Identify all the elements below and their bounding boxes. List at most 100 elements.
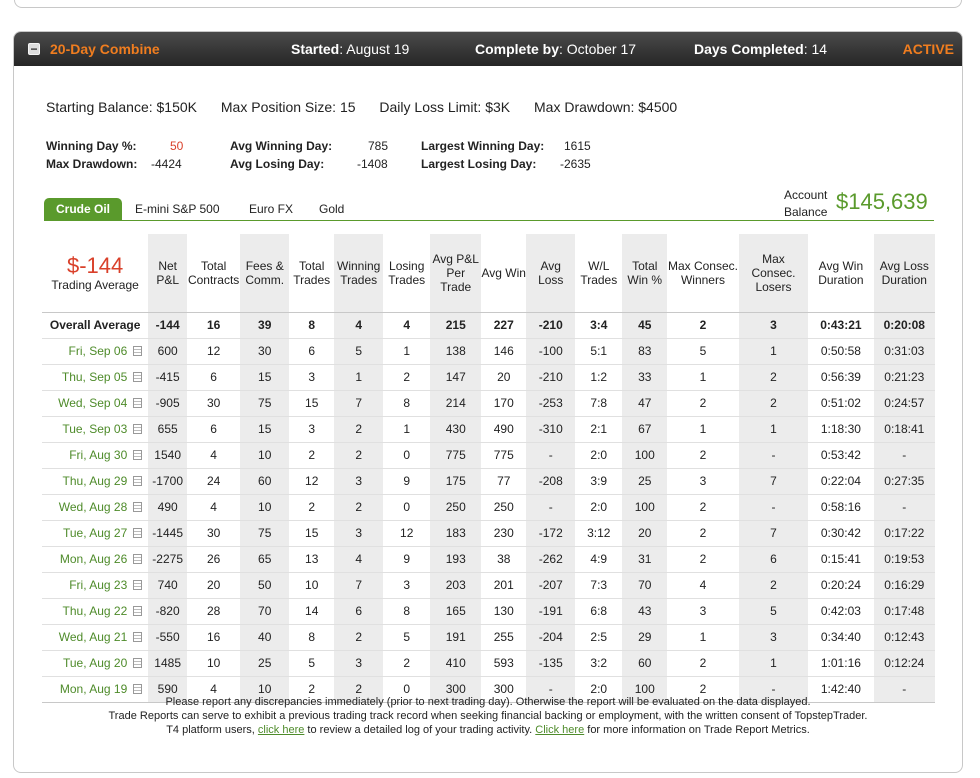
row-date-link[interactable]: Tue, Aug 27: [42, 519, 149, 546]
document-icon[interactable]: [133, 632, 143, 642]
document-icon[interactable]: [133, 502, 143, 512]
table-cell: 25: [240, 649, 290, 676]
table-cell: 26: [187, 545, 241, 572]
table-cell: 3: [289, 363, 335, 390]
row-date-link[interactable]: Mon, Aug 26: [42, 545, 149, 572]
table-row[interactable]: Wed, Aug 28 490 4 10 2 2 0 250 250-2:0 100 2-0:58:…: [42, 493, 935, 520]
tab-gold[interactable]: Gold: [307, 198, 356, 220]
table-row[interactable]: Wed, Sep 04 -905 30 75 15 7 8 214 170 -253 7:8 47 2 2…: [42, 389, 935, 416]
table-row[interactable]: Tue, Aug 27 -1445 30 75 15 3 12 183 230 -172 3:12 2…: [42, 519, 935, 546]
row-date[interactable]: Fri, Aug 30: [69, 448, 127, 462]
table-cell: 16: [187, 623, 241, 650]
table-cell: 70: [240, 597, 290, 624]
row-date-link[interactable]: Wed, Aug 28: [42, 493, 149, 520]
row-date[interactable]: Tue, Aug 20: [63, 656, 127, 670]
overall-average-label: Overall Average: [42, 311, 149, 338]
row-date[interactable]: Fri, Sep 06: [69, 344, 128, 358]
table-cell: 1:2: [575, 363, 623, 390]
table-row[interactable]: Fri, Sep 06 600 12 30 6 5 1 138 146 -100 5:1 83 5 1 0:…: [42, 337, 935, 364]
table-cell: 24: [187, 467, 241, 494]
row-date[interactable]: Mon, Aug 26: [60, 552, 127, 566]
row-date[interactable]: Wed, Sep 04: [58, 396, 127, 410]
table-row[interactable]: Fri, Aug 23 740 20 50 10 7 3 203 201 -207 7:3 70 4 2 0…: [42, 571, 935, 598]
row-date[interactable]: Thu, Aug 22: [63, 604, 128, 618]
table-cell: 67: [622, 415, 668, 442]
table-cell: 28: [187, 597, 241, 624]
table-row[interactable]: Tue, Aug 20 1485 10 25 5 3 2 410 593 -135 3:2 60 2 1 1…: [42, 649, 935, 676]
document-icon[interactable]: [133, 450, 143, 460]
row-date[interactable]: Thu, Aug 29: [63, 474, 128, 488]
table-cell: 7: [334, 389, 384, 416]
tab-euro-fx[interactable]: Euro FX: [237, 198, 305, 220]
table-cell: 3: [383, 571, 431, 598]
document-icon[interactable]: [133, 398, 143, 408]
report-footer: Please report any discrepancies immediat…: [14, 695, 962, 737]
row-date-link[interactable]: Thu, Aug 29: [42, 467, 149, 494]
table-row[interactable]: Fri, Aug 30 1540 4 10 2 2 0 775 775-2:0 100 2-0:53…: [42, 441, 935, 468]
document-icon[interactable]: [133, 554, 143, 564]
table-cell: 3: [334, 467, 384, 494]
collapse-icon[interactable]: −: [28, 43, 40, 55]
table-cell: 0:18:41: [873, 415, 935, 442]
row-date[interactable]: Tue, Aug 27: [63, 526, 127, 540]
row-date-link[interactable]: Tue, Aug 20: [42, 649, 149, 676]
row-date[interactable]: Wed, Aug 28: [59, 500, 128, 514]
document-icon[interactable]: [133, 658, 143, 668]
max-drawdown-rule: Max Drawdown: $4500: [534, 99, 678, 115]
table-cell: 6: [334, 597, 384, 624]
column-header: W/L Trades: [580, 258, 618, 287]
table-row[interactable]: Thu, Sep 05 -415 6 15 3 1 2 147 20 -210 1:2 33 1 2 0:5…: [42, 363, 935, 390]
table-cell: -204: [526, 623, 576, 650]
table-cell: 490: [148, 493, 188, 520]
table-cell: 2: [667, 493, 739, 520]
row-date[interactable]: Mon, Aug 19: [60, 682, 127, 696]
table-cell: 30: [187, 519, 241, 546]
table-cell: 2: [334, 441, 384, 468]
row-date-link[interactable]: Wed, Aug 21: [42, 623, 149, 650]
account-balance-label: Account Balance: [784, 188, 828, 219]
row-date-link[interactable]: Thu, Sep 05: [42, 363, 149, 390]
row-date[interactable]: Thu, Sep 05: [62, 370, 127, 384]
document-icon[interactable]: [133, 424, 143, 434]
tab-emini-sp500[interactable]: E-mini S&P 500: [123, 198, 232, 220]
table-cell: 0:58:16: [808, 493, 874, 520]
table-cell: 0:17:22: [873, 519, 935, 546]
table-cell: 1: [334, 363, 384, 390]
table-row[interactable]: Wed, Aug 21 -550 16 40 8 2 5 191 255 -204 2:5 29 1 3 0…: [42, 623, 935, 650]
table-cell: 7: [738, 519, 809, 546]
table-row[interactable]: Tue, Sep 03 655 6 15 3 2 1 430 490 -310 2:1 67 1 1 1:1…: [42, 415, 935, 442]
click-here-log-link[interactable]: click here: [258, 724, 304, 736]
table-cell: 255: [481, 623, 527, 650]
table-cell: 4: [667, 571, 739, 598]
row-date-link[interactable]: Fri, Sep 06: [42, 337, 149, 364]
row-date-link[interactable]: Fri, Aug 30: [42, 441, 149, 468]
table-cell: 77: [481, 467, 527, 494]
document-icon[interactable]: [133, 476, 143, 486]
table-row[interactable]: Mon, Aug 26 -2275 26 65 13 4 9 193 38 -262 4:9 31 2 6…: [42, 545, 935, 572]
document-icon[interactable]: [133, 684, 143, 694]
table-cell: 33: [622, 363, 668, 390]
document-icon[interactable]: [133, 580, 143, 590]
document-icon[interactable]: [133, 372, 143, 382]
column-header: Max Consec. Winners: [667, 258, 738, 287]
row-date[interactable]: Fri, Aug 23: [69, 578, 127, 592]
document-icon[interactable]: [133, 528, 143, 538]
table-cell: 0:16:29: [873, 571, 935, 598]
table-cell: -208: [526, 467, 576, 494]
row-date-link[interactable]: Tue, Sep 03: [42, 415, 149, 442]
click-here-metrics-link[interactable]: Click here: [535, 724, 584, 736]
row-date[interactable]: Tue, Sep 03: [62, 422, 127, 436]
document-icon[interactable]: [133, 606, 143, 616]
table-row[interactable]: Thu, Aug 29 -1700 24 60 12 3 9 175 77 -208 3:9 25 3 7…: [42, 467, 935, 494]
row-date[interactable]: Wed, Aug 21: [59, 630, 128, 644]
document-icon[interactable]: [133, 346, 143, 356]
tab-crude-oil[interactable]: Crude Oil: [44, 198, 123, 220]
row-date-link[interactable]: Fri, Aug 23: [42, 571, 149, 598]
table-cell: -1445: [148, 519, 188, 546]
table-row[interactable]: Thu, Aug 22 -820 28 70 14 6 8 165 130 -191 6:8 43 3 5…: [42, 597, 935, 624]
overall-cell: 4: [383, 311, 431, 338]
table-cell: 1540: [148, 441, 188, 468]
row-date-link[interactable]: Thu, Aug 22: [42, 597, 149, 624]
row-date-link[interactable]: Wed, Sep 04: [42, 389, 149, 416]
table-cell: 193: [430, 545, 482, 572]
